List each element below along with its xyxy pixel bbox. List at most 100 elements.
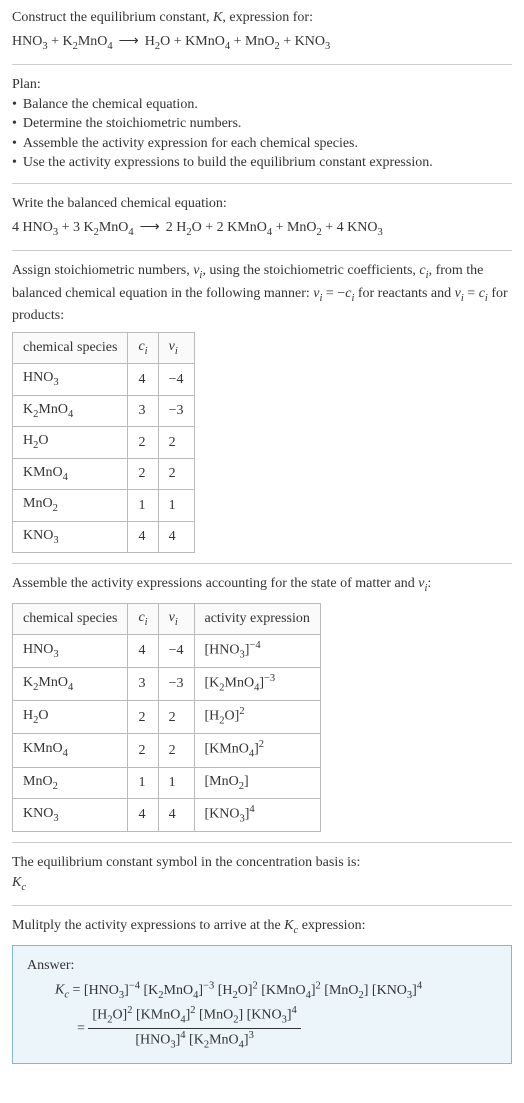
col-ci: ci: [128, 603, 158, 634]
cell-vi: −3: [158, 395, 194, 426]
cell-ci: 4: [128, 521, 158, 552]
intro-text-1: Construct the equilibrium constant,: [12, 10, 213, 25]
bullet-icon: •: [12, 153, 17, 173]
assemble-p2: :: [427, 576, 431, 591]
assign-r2c: =: [464, 286, 479, 301]
plan-item-text: Use the activity expressions to build th…: [23, 153, 433, 173]
cell-vi: 2: [158, 701, 194, 734]
intro-k: K: [213, 10, 222, 25]
cell-species: K2MnO4: [13, 395, 128, 426]
answer-k: K: [55, 983, 64, 998]
table-row: H2O22: [13, 427, 195, 458]
table-row: KNO344: [13, 521, 195, 552]
cell-species: HNO3: [13, 364, 128, 395]
cell-species: MnO2: [13, 767, 128, 798]
answer-eq: =: [69, 983, 84, 998]
multiply-p2: expression:: [298, 918, 365, 933]
separator: [12, 64, 512, 65]
assemble-text: Assemble the activity expressions accoun…: [12, 574, 512, 596]
separator: [12, 563, 512, 564]
separator: [12, 905, 512, 906]
col-species: chemical species: [13, 332, 128, 363]
cell-species: KNO3: [13, 799, 128, 832]
cell-ci: 1: [128, 767, 158, 798]
assign-text: Assign stoichiometric numbers, νi, using…: [12, 261, 512, 326]
intro-text-2: , expression for:: [222, 10, 313, 25]
assign-p1: Assign stoichiometric numbers,: [12, 263, 193, 278]
concbasis-k: K: [12, 875, 21, 890]
cell-ci: 1: [128, 490, 158, 521]
table-row: MnO211: [13, 490, 195, 521]
balanced-title: Write the balanced chemical equation:: [12, 194, 512, 214]
separator: [12, 183, 512, 184]
answer-denominator: [HNO3]4 [K2MnO4]3: [88, 1029, 300, 1053]
cell-ci: 4: [128, 799, 158, 832]
cell-ci: 2: [128, 734, 158, 767]
cell-species: KNO3: [13, 521, 128, 552]
cell-species: H2O: [13, 427, 128, 458]
plan-item: •Determine the stoichiometric numbers.: [12, 114, 512, 134]
plan-item: • Assemble the activity expression for ea…: [12, 134, 512, 154]
col-vi: νi: [158, 332, 194, 363]
cell-activity: [K2MnO4]−3: [194, 668, 320, 701]
assign-r1c: = −: [322, 286, 345, 301]
bullet-icon: •: [12, 95, 17, 115]
cell-ci: 4: [128, 635, 158, 668]
answer-line2: = [H2O]2 [KMnO4]2 [MnO2] [KNO3]4 [HNO3]4…: [77, 1004, 497, 1053]
cell-vi: 2: [158, 427, 194, 458]
concbasis-text: The equilibrium constant symbol in the c…: [12, 853, 512, 895]
separator: [12, 250, 512, 251]
table-row: KNO344[KNO3]4: [13, 799, 321, 832]
activity-table: chemical speciesciνiactivity expressionH…: [12, 603, 321, 833]
col-activity: activity expression: [194, 603, 320, 634]
cell-vi: 2: [158, 734, 194, 767]
plan-item: • Use the activity expressions to build t…: [12, 153, 512, 173]
table-row: H2O22[H2O]2: [13, 701, 321, 734]
intro-block: Construct the equilibrium constant, K, e…: [12, 8, 512, 28]
cell-species: H2O: [13, 701, 128, 734]
col-species: chemical species: [13, 603, 128, 634]
cell-vi: 1: [158, 767, 194, 798]
table-row: HNO34−4: [13, 364, 195, 395]
cell-vi: −3: [158, 668, 194, 701]
assign-p4: for reactants and: [354, 286, 454, 301]
cell-species: K2MnO4: [13, 668, 128, 701]
bullet-icon: •: [12, 134, 17, 154]
cell-vi: −4: [158, 364, 194, 395]
concbasis-p1: The equilibrium constant symbol in the c…: [12, 853, 512, 873]
cell-activity: [KMnO4]2: [194, 734, 320, 767]
cell-species: HNO3: [13, 635, 128, 668]
table-row: K2MnO43−3: [13, 395, 195, 426]
col-vi: νi: [158, 603, 194, 634]
table-row: MnO211[MnO2]: [13, 767, 321, 798]
cell-ci: 3: [128, 668, 158, 701]
stoich-table: chemical speciesciνiHNO34−4K2MnO43−3H2O2…: [12, 332, 195, 553]
answer-box: Answer: Kc = [HNO3]−4 [K2MnO4]−3 [H2O]2 …: [12, 945, 512, 1064]
plan-item-text: Determine the stoichiometric numbers.: [23, 114, 242, 134]
balanced-equation: 4 HNO3 + 3 K2MnO4⟶2 H2O + 2 KMnO4 + MnO2…: [12, 218, 512, 240]
cell-activity: [H2O]2: [194, 701, 320, 734]
cell-ci: 2: [128, 427, 158, 458]
cell-vi: −4: [158, 635, 194, 668]
plan-item: •Balance the chemical equation.: [12, 95, 512, 115]
table-row: K2MnO43−3[K2MnO4]−3: [13, 668, 321, 701]
answer-line1: Kc = [HNO3]−4 [K2MnO4]−3 [H2O]2 [KMnO4]2…: [55, 979, 497, 1003]
multiply-k: K: [284, 918, 293, 933]
assign-p2: , using the stoichiometric coefficients,: [202, 263, 419, 278]
cell-species: KMnO4: [13, 734, 128, 767]
cell-vi: 4: [158, 521, 194, 552]
cell-ci: 3: [128, 395, 158, 426]
table-row: KMnO422: [13, 458, 195, 489]
cell-activity: [MnO2]: [194, 767, 320, 798]
table-row: HNO34−4[HNO3]−4: [13, 635, 321, 668]
plan-item-text: Assemble the activity expression for eac…: [23, 134, 358, 154]
answer-expr1: [HNO3]−4 [K2MnO4]−3 [H2O]2 [KMnO4]2 [MnO…: [84, 983, 422, 998]
cell-ci: 4: [128, 364, 158, 395]
answer-numerator: [H2O]2 [KMnO4]2 [MnO2] [KNO3]4: [88, 1004, 300, 1029]
plan-block: Plan: •Balance the chemical equation.•De…: [12, 75, 512, 173]
cell-ci: 2: [128, 701, 158, 734]
cell-vi: 4: [158, 799, 194, 832]
cell-vi: 2: [158, 458, 194, 489]
col-ci: ci: [128, 332, 158, 363]
answer-label: Answer:: [27, 956, 497, 976]
